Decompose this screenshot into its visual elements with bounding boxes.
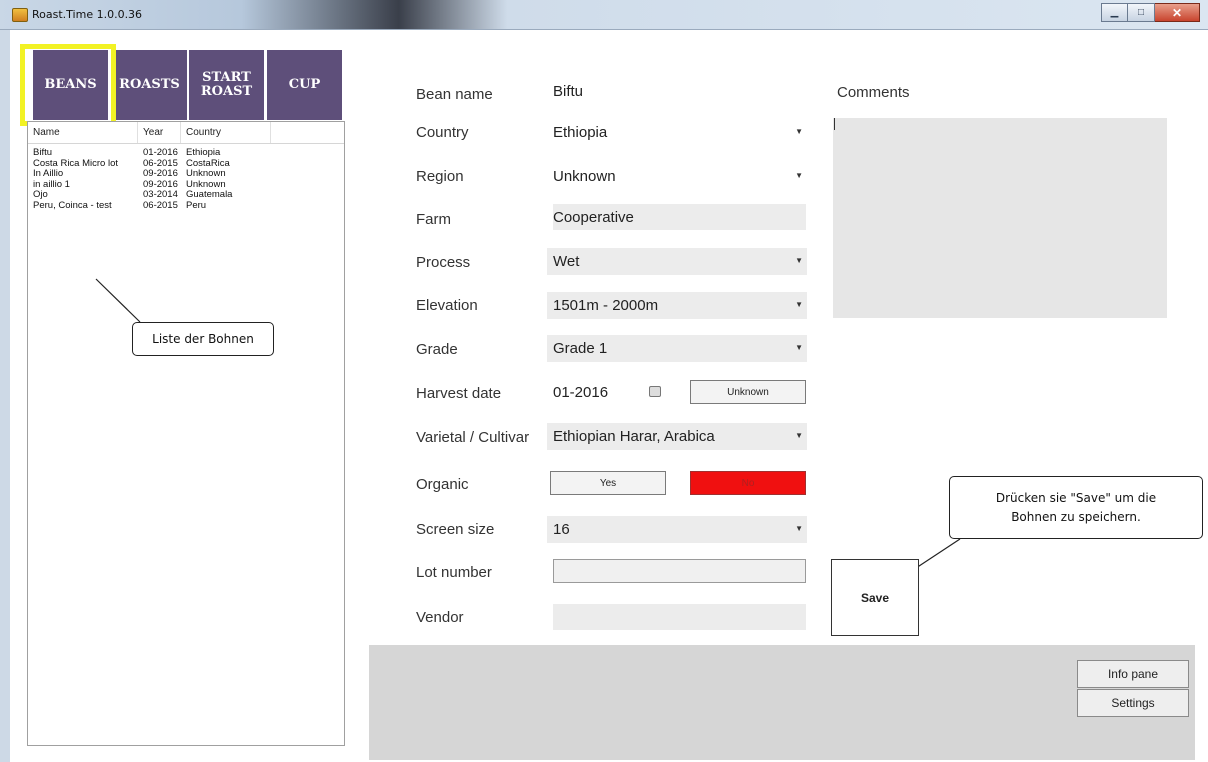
farm-label: Farm — [416, 211, 451, 228]
window-frame — [0, 30, 10, 762]
organic-label: Organic — [416, 476, 469, 493]
chevron-down-icon: ▼ — [795, 343, 803, 352]
bean-name-label: Bean name — [416, 86, 493, 103]
comments-textarea[interactable] — [833, 118, 1167, 318]
bean-country-cell: Peru — [186, 199, 207, 211]
window-title: Roast.Time 1.0.0.36 — [32, 8, 143, 21]
nav-start-roast-button[interactable]: START ROAST — [189, 50, 264, 120]
app-icon — [12, 8, 28, 22]
region-label: Region — [416, 168, 464, 185]
bean-year-cell: 03-2014 — [143, 189, 178, 200]
title-bar[interactable]: Roast.Time 1.0.0.36 ▁ □ ✕ — [0, 0, 1208, 30]
harvest-date-picker[interactable]: 01-2016 — [547, 379, 667, 406]
grade-dropdown[interactable]: Grade 1 ▼ — [547, 335, 807, 362]
grade-label: Grade — [416, 341, 458, 358]
process-value: Wet — [553, 253, 580, 270]
list-item[interactable]: Biftu 01-2016 Ethiopia — [28, 147, 344, 159]
region-dropdown[interactable]: Unknown ▼ — [547, 163, 807, 190]
varietal-label: Varietal / Cultivar — [416, 429, 530, 446]
harvest-date-value: 01-2016 — [553, 384, 609, 401]
bean-country-cell: Guatemala — [186, 189, 233, 200]
bean-name-cell: Biftu — [33, 148, 53, 158]
list-item[interactable]: Ojo 03-2014 Guatemala — [28, 189, 344, 201]
bean-name-cell: Ojo — [33, 190, 48, 200]
save-callout: Drücken sie "Save" um die Bohnen zu spei… — [949, 476, 1203, 539]
harvest-unknown-button[interactable]: Unknown — [690, 380, 806, 404]
column-header-year[interactable]: Year — [138, 122, 181, 143]
lot-number-label: Lot number — [416, 564, 492, 581]
settings-button[interactable]: Settings — [1077, 689, 1189, 717]
list-item[interactable]: Peru, Coinca - test 06-2015 Peru — [28, 199, 344, 212]
beans-highlight-frame — [20, 44, 116, 126]
bean-name-cell: in aillio 1 — [33, 179, 70, 190]
process-dropdown[interactable]: Wet ▼ — [547, 248, 807, 275]
elevation-value: 1501m - 2000m — [553, 297, 659, 314]
vendor-label: Vendor — [416, 609, 464, 626]
save-button[interactable]: Save — [831, 559, 919, 636]
organic-no-button[interactable]: No — [690, 471, 806, 495]
column-header-country[interactable]: Country — [181, 122, 271, 143]
chevron-down-icon: ▼ — [795, 524, 803, 533]
country-value: Ethiopia — [553, 124, 608, 141]
info-pane-button[interactable]: Info pane — [1077, 660, 1189, 688]
nav-roasts-button[interactable]: ROASTS — [112, 50, 187, 120]
bean-year-cell: 01-2016 — [143, 147, 178, 158]
bean-name-cell: In Aillio — [33, 169, 64, 179]
bean-country-cell: Unknown — [186, 168, 226, 179]
chevron-down-icon: ▼ — [795, 431, 803, 440]
screen-size-label: Screen size — [416, 521, 495, 538]
screen-size-value: 16 — [553, 521, 570, 538]
window-controls: ▁ □ ✕ — [1101, 3, 1200, 22]
minimize-icon[interactable]: ▁ — [1101, 3, 1128, 22]
grade-value: Grade 1 — [553, 340, 608, 357]
harvest-date-label: Harvest date — [416, 385, 502, 402]
lot-number-field[interactable] — [553, 559, 806, 583]
bean-year-cell: 09-2016 — [143, 168, 178, 179]
elevation-dropdown[interactable]: 1501m - 2000m ▼ — [547, 292, 807, 319]
bean-year-cell: 06-2015 — [143, 199, 178, 211]
list-item[interactable]: In Aillio 09-2016 Unknown — [28, 168, 344, 180]
chevron-down-icon: ▼ — [795, 256, 803, 265]
close-icon[interactable]: ✕ — [1155, 3, 1200, 22]
bean-country-cell: Ethiopia — [186, 147, 221, 158]
farm-field[interactable]: Cooperative — [553, 204, 806, 230]
bean-name-cell: Peru, Coinca - test — [33, 200, 112, 211]
varietal-dropdown[interactable]: Ethiopian Harar, Arabica ▼ — [547, 423, 807, 450]
region-value: Unknown — [553, 168, 616, 185]
vendor-field[interactable] — [553, 604, 806, 630]
process-label: Process — [416, 254, 471, 271]
calendar-icon[interactable] — [649, 386, 661, 397]
chevron-down-icon: ▼ — [795, 127, 803, 136]
elevation-label: Elevation — [416, 297, 478, 314]
bottom-panel — [369, 645, 1195, 760]
bean-name-cell: Costa Rica Micro lot — [33, 158, 118, 169]
beans-list[interactable]: Name Year Country Biftu 01-2016 Ethiopia… — [27, 121, 345, 746]
varietal-value: Ethiopian Harar, Arabica — [553, 428, 715, 445]
list-header: Name Year Country — [28, 122, 344, 144]
organic-yes-button[interactable]: Yes — [550, 471, 666, 495]
country-dropdown[interactable]: Ethiopia ▼ — [547, 119, 807, 146]
maximize-icon[interactable]: □ — [1128, 3, 1155, 22]
list-callout: Liste der Bohnen — [132, 322, 274, 356]
nav-cup-button[interactable]: CUP — [267, 50, 342, 120]
country-label: Country — [416, 124, 469, 141]
screen-size-dropdown[interactable]: 16 ▼ — [547, 516, 807, 543]
comments-label: Comments — [837, 84, 910, 101]
column-header-name[interactable]: Name — [28, 122, 138, 143]
bean-name-value[interactable]: Biftu — [553, 83, 583, 100]
text-cursor — [834, 118, 835, 130]
chevron-down-icon: ▼ — [795, 171, 803, 180]
chevron-down-icon: ▼ — [795, 300, 803, 309]
